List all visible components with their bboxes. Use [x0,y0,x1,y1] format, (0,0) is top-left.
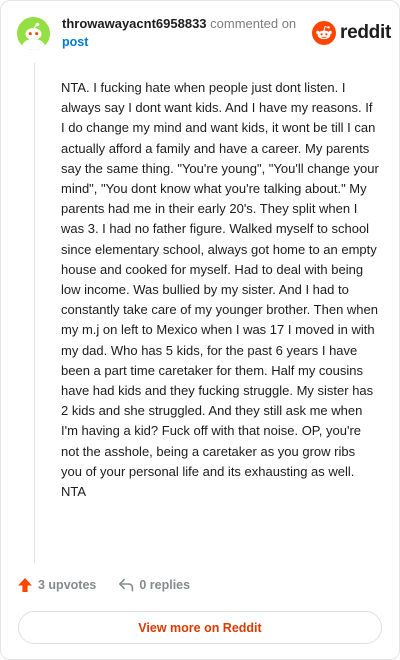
action-text: commented on [210,16,297,31]
comment-body: NTA. I fucking hate when people just don… [61,80,379,500]
username[interactable]: throwawayacnt6958833 [62,16,207,31]
reddit-snoo-icon [312,21,336,45]
reply-count: 0 replies [139,578,191,592]
reddit-wordmark: reddit [340,22,391,43]
comment-header: throwawayacnt6958833 commented on [62,16,296,31]
view-more-button[interactable]: View more on Reddit [18,611,382,644]
reddit-logo[interactable]: reddit [312,21,391,45]
snoo-avatar-icon [17,17,50,50]
comment-embed-card: throwawayacnt6958833 commented on post r… [0,0,400,660]
upvote-action[interactable]: 3 upvotes [17,577,96,593]
thread-line[interactable] [34,63,35,563]
upvote-count: 3 upvotes [38,578,97,592]
reply-arrow-icon[interactable] [118,577,134,593]
reply-action[interactable]: 0 replies [118,577,190,593]
upvote-arrow-icon[interactable] [17,577,33,593]
comment-actions: 3 upvotes 0 replies [17,577,190,593]
user-avatar[interactable] [17,17,50,50]
post-link[interactable]: post [62,35,88,49]
